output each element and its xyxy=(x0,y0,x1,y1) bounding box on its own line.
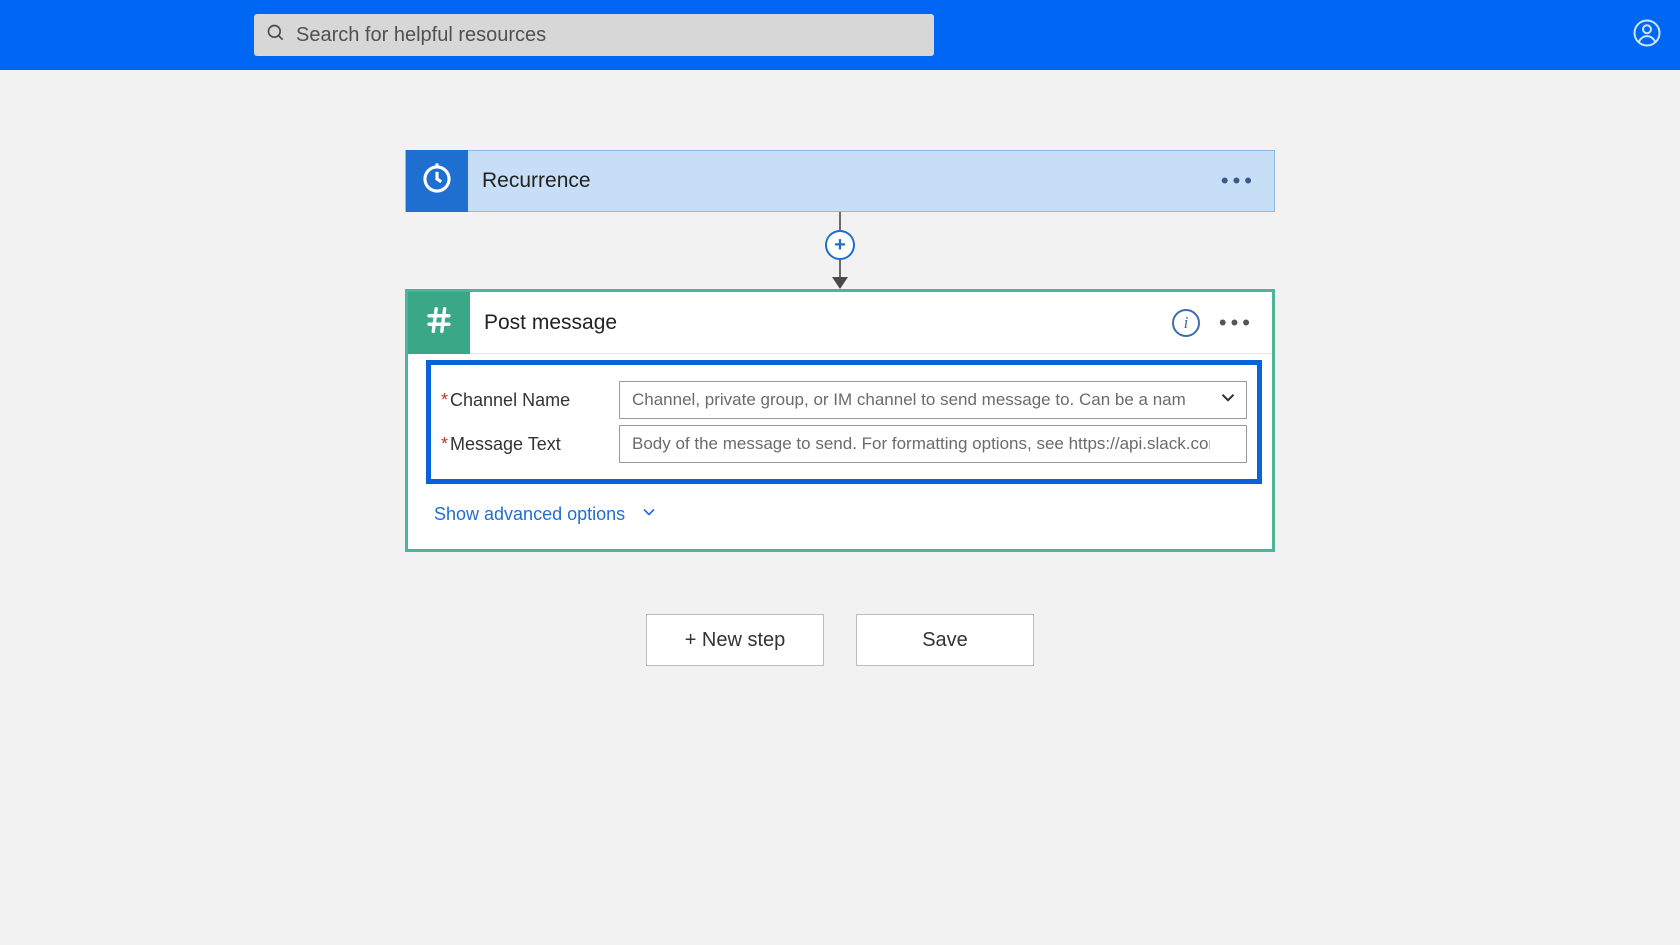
slack-badge xyxy=(408,292,470,354)
field-channel-name: *Channel Name xyxy=(441,381,1247,419)
message-text-input[interactable] xyxy=(619,425,1247,463)
search-icon xyxy=(266,23,286,48)
recurrence-badge xyxy=(406,150,468,212)
recurrence-menu-button[interactable]: ••• xyxy=(1221,168,1256,194)
search-input[interactable] xyxy=(296,24,922,47)
message-text-label: *Message Text xyxy=(441,434,619,455)
card-post-message: Post message i ••• *Channel Name xyxy=(405,289,1275,552)
info-button[interactable]: i xyxy=(1172,309,1200,337)
post-title: Post message xyxy=(484,311,617,335)
clock-icon xyxy=(420,162,454,201)
channel-name-input[interactable] xyxy=(619,381,1247,419)
card-recurrence[interactable]: Recurrence ••• xyxy=(405,150,1275,212)
channel-name-input-wrap xyxy=(619,381,1247,419)
account-icon[interactable] xyxy=(1632,18,1662,53)
channel-name-label: *Channel Name xyxy=(441,390,619,411)
advanced-options-label: Show advanced options xyxy=(434,504,625,525)
ellipsis-icon: ••• xyxy=(1219,310,1254,335)
save-button[interactable]: Save xyxy=(856,614,1034,666)
fields-highlight: *Channel Name *Message Text xyxy=(426,360,1262,484)
add-step-inline-button[interactable]: + xyxy=(825,230,855,260)
connector-line xyxy=(839,260,841,278)
field-message-text: *Message Text xyxy=(441,425,1247,463)
arrow-down-icon xyxy=(832,277,848,289)
search-box xyxy=(254,14,934,56)
footer-buttons: + New step Save xyxy=(646,614,1034,666)
ellipsis-icon: ••• xyxy=(1221,168,1256,193)
recurrence-title: Recurrence xyxy=(482,169,591,193)
plus-icon: + xyxy=(834,234,846,257)
post-menu-button[interactable]: ••• xyxy=(1219,310,1254,336)
message-text-input-wrap xyxy=(619,425,1247,463)
post-header[interactable]: Post message i ••• xyxy=(408,292,1272,354)
flow-canvas: Recurrence ••• + Post message i ••• xyxy=(0,70,1680,666)
required-mark: * xyxy=(441,434,448,454)
new-step-button[interactable]: + New step xyxy=(646,614,824,666)
top-bar xyxy=(0,0,1680,70)
required-mark: * xyxy=(441,390,448,410)
show-advanced-options[interactable]: Show advanced options xyxy=(408,490,1272,549)
chevron-down-icon xyxy=(639,502,659,527)
hash-icon xyxy=(422,303,456,342)
connector-line xyxy=(839,212,841,230)
info-icon: i xyxy=(1184,313,1189,333)
